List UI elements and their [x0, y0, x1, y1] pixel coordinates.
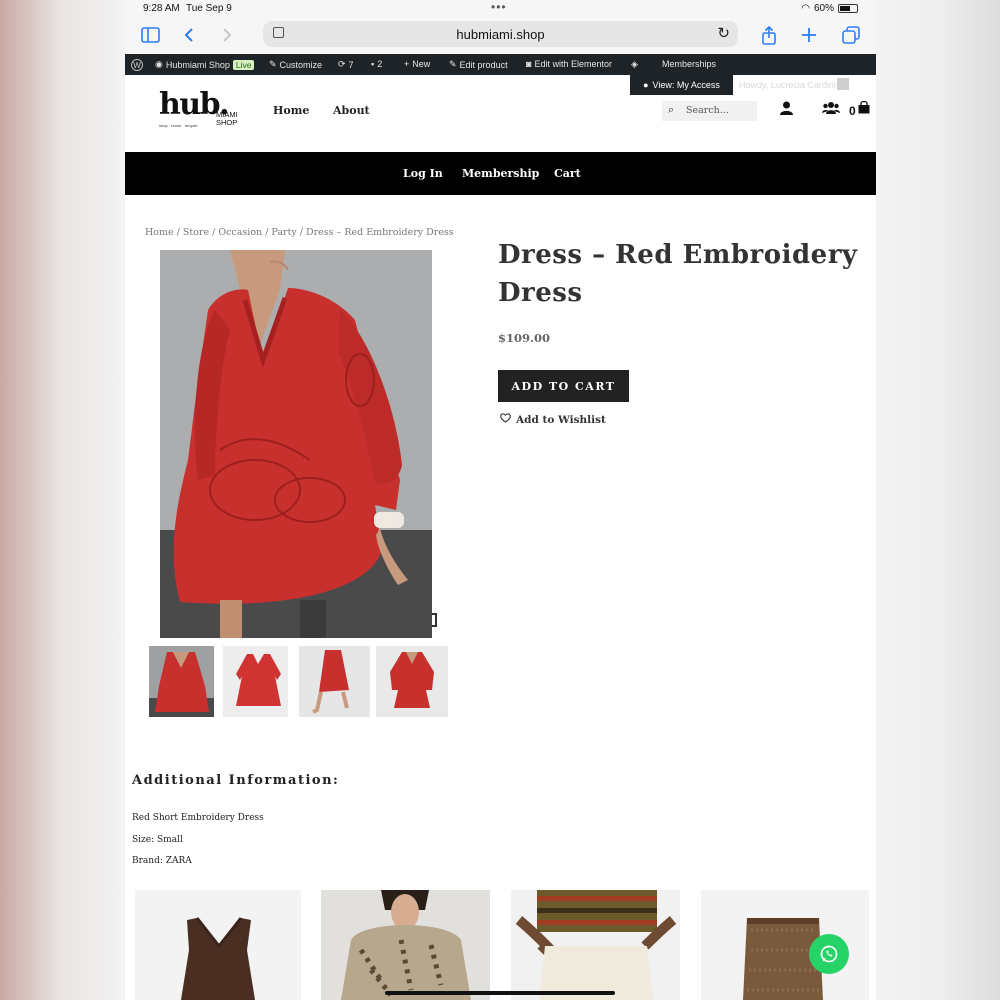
admin-site-label: Hubmiami Shop [165, 59, 230, 70]
secondary-menu: Log In Membership Cart [125, 152, 876, 195]
admin-memberships-link[interactable]: Memberships [662, 59, 716, 69]
battery-icon [838, 4, 858, 13]
live-badge: Live [232, 59, 255, 70]
admin-account-link[interactable]: Howdy, Lucrecia Cardini [739, 80, 836, 90]
forward-icon[interactable] [221, 24, 233, 46]
home-indicator[interactable] [385, 991, 615, 995]
updates-count: 7 [348, 59, 354, 70]
product-thumbnail-4[interactable] [376, 646, 448, 717]
zoom-icon[interactable] [432, 613, 437, 627]
elementor-icon: ◙ [526, 59, 532, 69]
add-to-wishlist-link[interactable]: Add to Wishlist [500, 413, 606, 426]
related-product-2[interactable] [321, 890, 490, 1000]
admin-edit-product-link[interactable]: ✎ Edit product [449, 59, 508, 70]
share-icon[interactable] [761, 24, 777, 46]
admin-avatar[interactable] [837, 78, 849, 90]
plus-icon: + [404, 59, 410, 69]
product-price: $109.00 [498, 331, 551, 345]
search-box[interactable]: ⌕ Search... [662, 101, 757, 121]
admin-new-label: New [412, 59, 431, 69]
sidebar-toggle-icon[interactable] [141, 24, 160, 46]
logo-tagline: shop · reuse · recycle [159, 123, 198, 128]
back-icon[interactable] [183, 24, 195, 46]
wishlist-label: Add to Wishlist [516, 413, 606, 426]
additional-info-heading: Additional Information: [132, 773, 340, 788]
admin-updates-link[interactable]: ⟳ 7 [338, 59, 354, 70]
product-title: Dress – Red Embroidery Dress [498, 240, 858, 308]
wp-admin-bar: W ◉ Hubmiami Shop Live ✎ Customize ⟳ 7 ▪… [125, 54, 876, 75]
view-access-label: View: My Access [652, 80, 720, 90]
battery-percent: 60% [813, 3, 834, 14]
product-main-image[interactable] [160, 250, 432, 638]
diamond-icon[interactable]: ◈ [631, 59, 638, 70]
wordpress-icon[interactable]: W [131, 59, 143, 71]
tabs-overview-icon[interactable] [842, 24, 860, 46]
cart-bag-icon[interactable] [858, 100, 870, 118]
reload-icon[interactable]: ↻ [717, 24, 730, 42]
menu-login[interactable]: Log In [403, 167, 443, 180]
members-icon[interactable] [822, 101, 840, 119]
breadcrumb[interactable]: Home / Store / Occasion / Party / Dress … [145, 227, 454, 238]
user-icon: ● [643, 80, 649, 90]
status-date: Tue Sep 9 [186, 3, 232, 14]
view-access-dropdown[interactable]: ● View: My Access [630, 75, 733, 95]
status-right: ◠ 60% [801, 3, 858, 14]
product-thumbnail-3[interactable] [299, 646, 370, 717]
additional-info-line: Brand: ZARA [132, 856, 192, 866]
search-placeholder: Search... [686, 105, 729, 116]
product-thumbnail-2[interactable] [223, 646, 288, 717]
heart-icon [500, 413, 511, 426]
menu-membership[interactable]: Membership [462, 167, 539, 180]
ipad-screen: 9:28 AM Tue Sep 9 ••• ◠ 60% hubmiami.sho… [125, 0, 876, 1000]
nav-home[interactable]: Home [273, 104, 309, 117]
admin-customize-link[interactable]: ✎ Customize [269, 59, 322, 70]
admin-elementor-label: Edit with Elementor [534, 59, 612, 69]
dashboard-icon: ◉ [155, 59, 163, 69]
multitasking-dots-icon[interactable]: ••• [491, 0, 507, 14]
related-product-1[interactable] [135, 890, 301, 1000]
updates-icon: ⟳ [338, 59, 346, 69]
nav-about[interactable]: About [333, 104, 370, 117]
additional-info-line: Size: Small [132, 835, 183, 845]
related-product-3[interactable] [511, 890, 680, 1000]
admin-comments-link[interactable]: ▪ 2 [371, 59, 382, 69]
status-time: 9:28 AM [143, 3, 180, 14]
status-bar: 9:28 AM Tue Sep 9 ••• ◠ 60% [125, 0, 876, 18]
admin-elementor-link[interactable]: ◙ Edit with Elementor [526, 59, 612, 69]
search-icon: ⌕ [668, 104, 675, 116]
add-to-cart-button[interactable]: ADD TO CART [498, 370, 629, 402]
brush-icon: ✎ [269, 59, 277, 69]
cart-count[interactable]: 0 [849, 104, 856, 118]
browser-toolbar: hubmiami.shop ↻ [125, 18, 876, 54]
address-bar[interactable]: hubmiami.shop ↻ [263, 21, 738, 47]
pencil-icon: ✎ [449, 59, 457, 69]
account-icon[interactable] [780, 101, 793, 119]
admin-edit-product-label: Edit product [459, 59, 508, 70]
site-logo[interactable]: hub. MIAMI SHOP shop · reuse · recycle [159, 90, 238, 129]
comments-count: 2 [377, 59, 383, 69]
wifi-icon: ◠ [801, 3, 810, 14]
new-tab-icon[interactable] [801, 24, 817, 46]
admin-site-link[interactable]: ◉ Hubmiami Shop Live [155, 59, 255, 70]
admin-new-link[interactable]: + New [404, 59, 430, 69]
whatsapp-icon [820, 945, 838, 963]
product-thumbnail-1[interactable] [149, 646, 214, 717]
menu-cart[interactable]: Cart [554, 167, 581, 180]
whatsapp-chat-button[interactable] [809, 934, 849, 974]
additional-info-line: Red Short Embroidery Dress [132, 813, 264, 823]
admin-customize-label: Customize [279, 59, 323, 70]
logo-sub: MIAMI SHOP [216, 110, 238, 127]
comment-icon: ▪ [371, 59, 375, 69]
url-text: hubmiami.shop [456, 27, 545, 42]
